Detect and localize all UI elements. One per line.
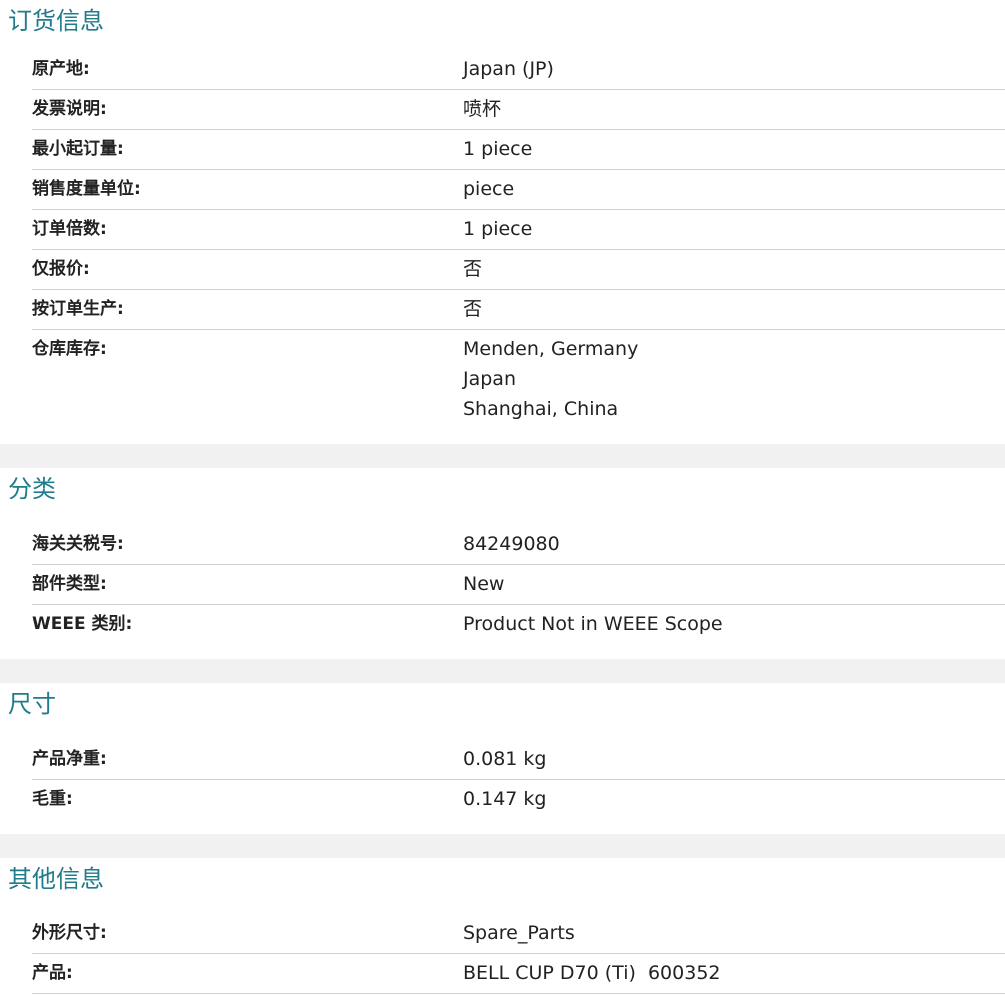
label-origin: 原产地:: [32, 59, 90, 79]
row-part-type: 部件类型: New: [32, 565, 1005, 605]
section-divider-band: [0, 659, 1005, 683]
row-net-weight: 产品净重: 0.081 kg: [32, 740, 1005, 780]
label-minimum-order: 最小起订量:: [32, 139, 124, 159]
classification-rows: 海关关税号: 84249080 部件类型: New WEEE 类别: Produ…: [32, 525, 1005, 645]
label-gross-weight: 毛重:: [32, 789, 73, 809]
row-form-factor: 外形尺寸: Spare_Parts: [32, 914, 1005, 954]
value-quote-only: 否: [463, 258, 483, 280]
label-quote-only: 仅报价:: [32, 259, 90, 279]
row-warehouse-stock: 仓库库存: Menden, Germany Japan Shanghai, Ch…: [32, 330, 1005, 440]
row-minimum-order: 最小起订量: 1 piece: [32, 130, 1005, 170]
warehouse-item: Menden, Germany: [463, 338, 639, 360]
value-customs-tariff: 84249080: [463, 533, 560, 555]
label-weee-category: WEEE 类别:: [32, 614, 133, 634]
value-origin: Japan (JP): [463, 58, 554, 80]
row-quote-only: 仅报价: 否: [32, 250, 1005, 290]
section-divider-band: [0, 444, 1005, 468]
label-form-factor: 外形尺寸:: [32, 923, 107, 943]
row-customs-tariff: 海关关税号: 84249080: [32, 525, 1005, 565]
label-customs-tariff: 海关关税号:: [32, 534, 124, 554]
value-form-factor: Spare_Parts: [463, 922, 575, 944]
value-weee-category: Product Not in WEEE Scope: [463, 613, 723, 635]
value-net-weight: 0.081 kg: [463, 748, 547, 770]
label-net-weight: 产品净重:: [32, 749, 107, 769]
row-gross-weight: 毛重: 0.147 kg: [32, 780, 1005, 820]
value-gross-weight: 0.147 kg: [463, 788, 547, 810]
label-product: 产品:: [32, 963, 73, 983]
row-order-multiple: 订单倍数: 1 piece: [32, 210, 1005, 250]
label-invoice-description: 发票说明:: [32, 99, 107, 119]
value-sales-unit: piece: [463, 178, 515, 200]
label-order-multiple: 订单倍数:: [32, 219, 107, 239]
warehouse-item: Japan: [463, 368, 516, 390]
label-made-to-order: 按订单生产:: [32, 299, 124, 319]
warehouse-item: Shanghai, China: [463, 398, 619, 420]
section-title-other-info: 其他信息: [8, 865, 104, 893]
value-invoice-description: 喷杯: [463, 98, 502, 120]
value-made-to-order: 否: [463, 298, 483, 320]
value-order-multiple: 1 piece: [463, 218, 533, 240]
value-product: BELL CUP D70 (Ti) 600352: [463, 962, 721, 984]
value-part-type: New: [463, 573, 505, 595]
other-info-section: 其他信息 外形尺寸: Spare_Parts 产品: BELL CUP D70 …: [0, 858, 1005, 996]
row-made-to-order: 按订单生产: 否: [32, 290, 1005, 330]
value-minimum-order: 1 piece: [463, 138, 533, 160]
row-sales-unit: 销售度量单位: piece: [32, 170, 1005, 210]
section-divider-band: [0, 834, 1005, 858]
label-sales-unit: 销售度量单位:: [32, 179, 141, 199]
section-title-classification: 分类: [8, 475, 56, 503]
row-weee-category: WEEE 类别: Product Not in WEEE Scope: [32, 605, 1005, 645]
dimensions-rows: 产品净重: 0.081 kg 毛重: 0.147 kg: [32, 740, 1005, 820]
row-product: 产品: BELL CUP D70 (Ti) 600352: [32, 954, 1005, 994]
section-title-dimensions: 尺寸: [8, 690, 56, 718]
row-invoice-description: 发票说明: 喷杯: [32, 90, 1005, 130]
ordering-info-section: 订货信息 原产地: Japan (JP) 发票说明: 喷杯 最小起订量: 1 p…: [0, 0, 1005, 444]
dimensions-section: 尺寸 产品净重: 0.081 kg 毛重: 0.147 kg: [0, 683, 1005, 834]
label-warehouse-stock: 仓库库存:: [32, 339, 107, 359]
row-origin: 原产地: Japan (JP): [32, 50, 1005, 90]
label-part-type: 部件类型:: [32, 574, 107, 594]
section-title-ordering-info: 订货信息: [8, 7, 104, 35]
value-warehouse-stock-list: Menden, Germany Japan Shanghai, China: [463, 339, 638, 429]
classification-section: 分类 海关关税号: 84249080 部件类型: New WEEE 类别: Pr…: [0, 468, 1005, 659]
other-info-rows: 外形尺寸: Spare_Parts 产品: BELL CUP D70 (Ti) …: [32, 914, 1005, 994]
ordering-info-rows: 原产地: Japan (JP) 发票说明: 喷杯 最小起订量: 1 piece …: [32, 50, 1005, 440]
